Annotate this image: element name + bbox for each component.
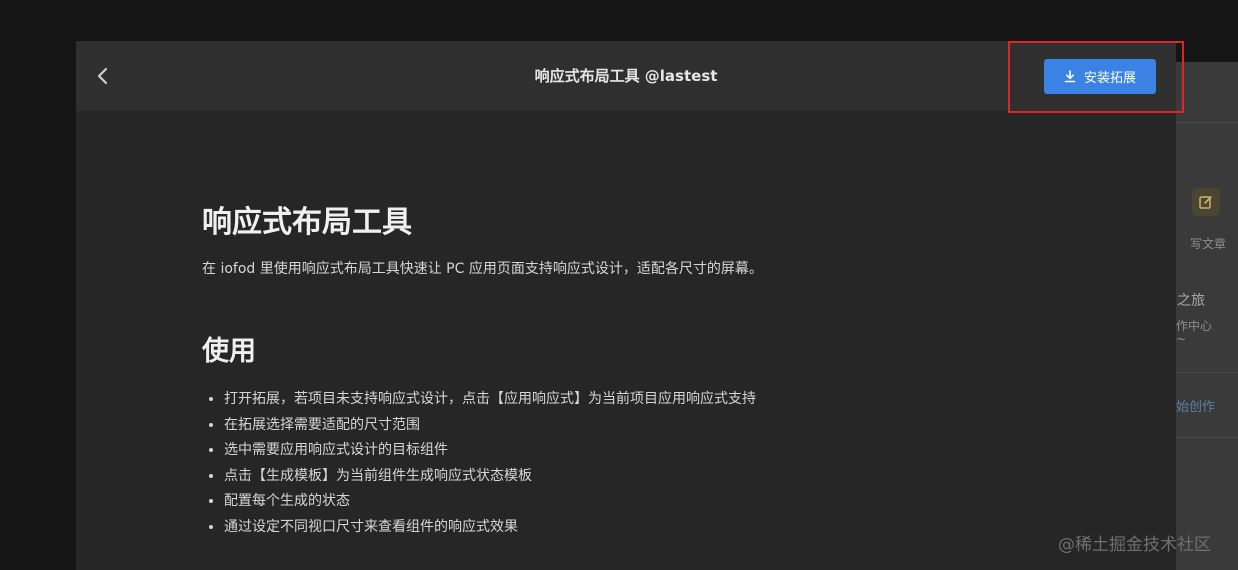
highlight-annotation-box [1008,41,1184,113]
list-item: 配置每个生成的状态 [224,489,756,515]
list-item: 打开拓展，若项目未支持响应式设计，点击【应用响应式】为当前项目应用响应式支持 [224,387,756,413]
usage-heading: 使用 [202,336,256,367]
start-creating-link[interactable]: 始创作 [1176,396,1215,415]
usage-steps-list: 打开拓展，若项目未支持响应式设计，点击【应用响应式】为当前项目应用响应式支持 在… [202,387,756,540]
divider [1176,437,1238,438]
list-item: 选中需要应用响应式设计的目标组件 [224,438,756,464]
journey-text: 之旅 [1177,293,1205,309]
extension-detail-modal: 响应式布局工具 @lastest 安装拓展 响应式布局工具 在 iofod 里使… [76,41,1176,570]
watermark: @稀土掘金技术社区 [1058,535,1211,555]
list-item: 点击【生成模板】为当前组件生成响应式状态模板 [224,464,756,490]
list-item: 通过设定不同视口尺寸来查看组件的响应式效果 [224,515,756,541]
list-item: 在拓展选择需要适配的尺寸范围 [224,413,756,439]
extension-heading: 响应式布局工具 [202,205,412,240]
extension-description: 响应式布局工具 在 iofod 里使用响应式布局工具快速让 PC 应用页面支持响… [202,201,1102,535]
divider [1176,372,1238,373]
write-article-icon[interactable] [1192,188,1220,216]
tilde-text: ~ [1176,332,1187,346]
write-article-label[interactable]: 写文章 [1190,235,1226,252]
divider [1176,122,1238,123]
extension-intro: 在 iofod 里使用响应式布局工具快速让 PC 应用页面支持响应式设计，适配各… [202,261,763,277]
